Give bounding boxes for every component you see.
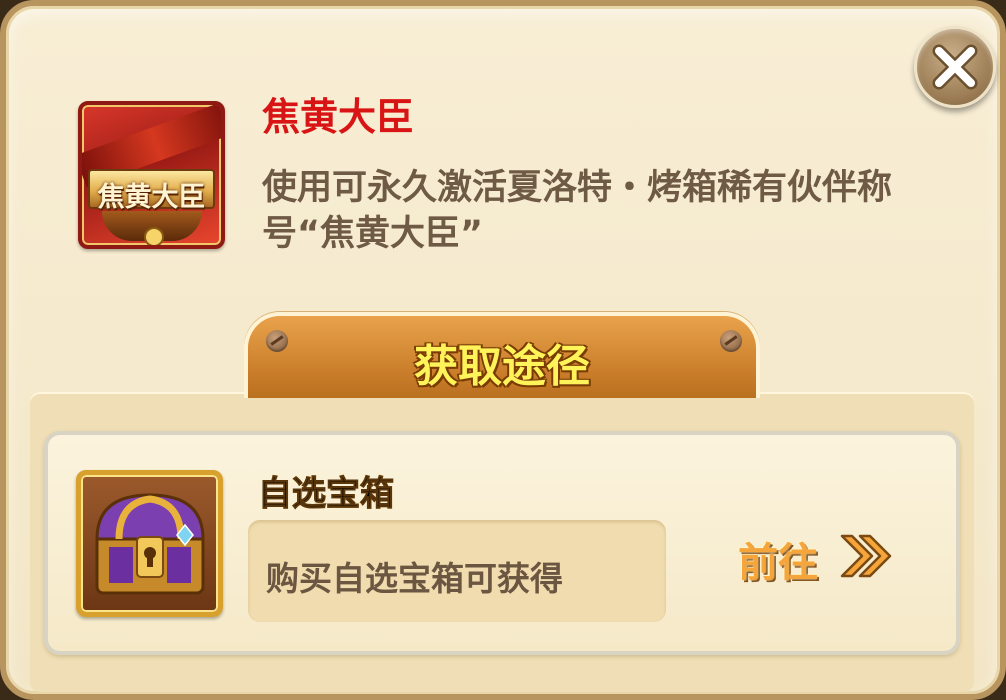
acquire-section-header: 获取途径 — [244, 312, 760, 398]
source-description-box: 购买自选宝箱可获得 — [248, 520, 666, 622]
title-plate-text: 焦黄大臣 — [97, 182, 206, 213]
source-description: 购买自选宝箱可获得 — [266, 559, 563, 598]
close-icon — [932, 44, 978, 90]
close-button[interactable] — [914, 26, 996, 108]
title-item-icon: 焦黄大臣 — [78, 101, 225, 249]
section-title: 获取途径 — [414, 341, 590, 392]
item-description: 使用可永久激活夏洛特・烤箱稀有伙伴称号“焦黄大臣” — [262, 168, 893, 254]
source-name: 自选宝箱 — [258, 474, 395, 515]
double-chevron-right-icon — [840, 534, 892, 578]
item-name: 焦黄大臣 — [262, 95, 415, 139]
title-plate: 焦黄大臣 — [88, 169, 215, 213]
coin-icon — [144, 227, 164, 245]
goto-button-label: 前往 — [738, 540, 818, 586]
treasure-chest-icon — [76, 470, 223, 617]
goto-button[interactable]: 前往 — [738, 526, 898, 586]
